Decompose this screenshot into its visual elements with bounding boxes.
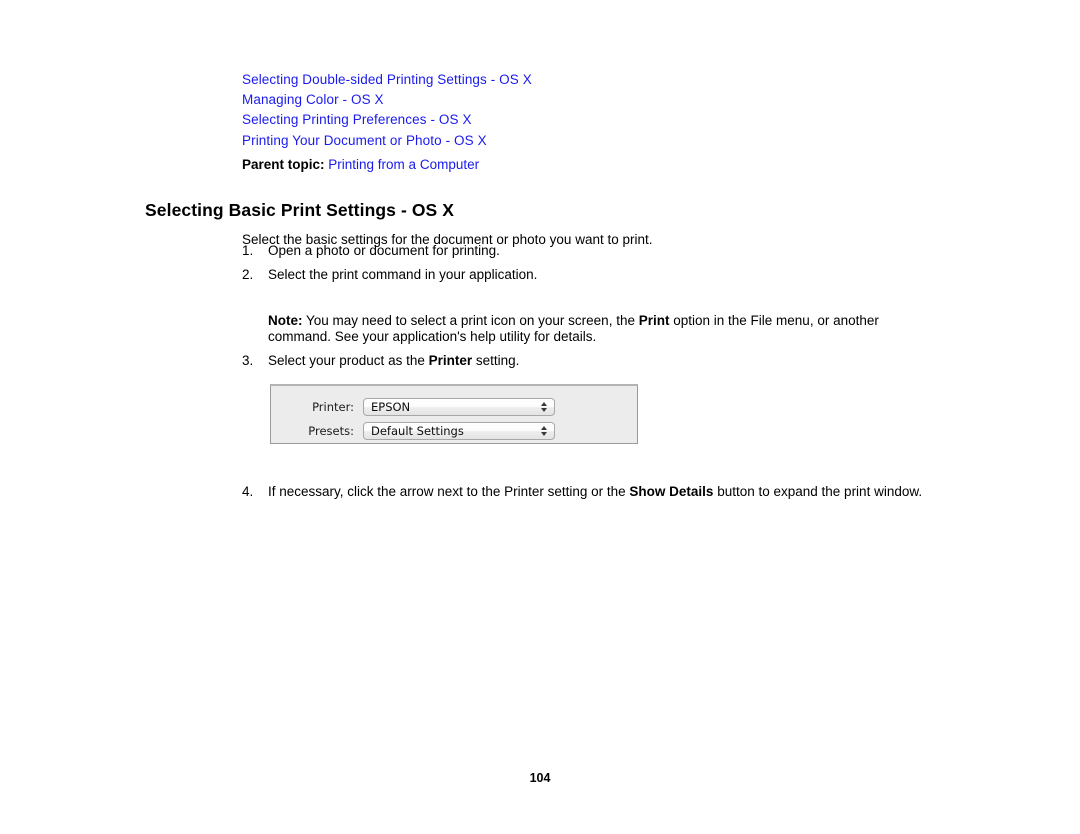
presets-label: Presets: [308,424,354,438]
printer-select[interactable]: EPSON [363,398,555,416]
printer-label: Printer: [312,400,354,414]
note-bold-print: Print [638,312,670,328]
step-bold-show-details: Show Details [629,484,714,499]
step-text-part2: button to expand the print window. [713,484,923,499]
parent-topic: Parent topic: Printing from a Computer [242,155,942,175]
list-item-step-2: 2. Select the print command in your appl… [242,265,922,284]
related-link-printing-preferences[interactable]: Selecting Printing Preferences - OS X [242,110,942,130]
print-dialog-printer-row: Printer: EPSON [271,397,637,417]
page-title: Selecting Basic Print Settings - OS X [145,199,455,220]
step-text-part1: Select your product as the [268,353,429,368]
presets-select-value: Default Settings [371,424,464,438]
list-item-step-3: 3. Select your product as the Printer set… [242,351,519,370]
print-dialog-presets-row: Presets: Default Settings [271,421,637,441]
related-links-list: Selecting Double-sided Printing Settings… [242,70,942,175]
step-number: 3. [242,353,254,368]
parent-topic-link[interactable]: Printing from a Computer [328,157,479,172]
stepper-arrows-icon[interactable] [539,400,548,414]
page-number: 104 [529,771,551,785]
step-text-part1: If necessary, click the arrow next to th… [268,484,630,499]
step-text: Open a photo or document for printing. [268,243,500,258]
presets-select[interactable]: Default Settings [363,422,555,440]
related-link-managing-color[interactable]: Managing Color - OS X [242,90,942,110]
stepper-arrows-icon[interactable] [539,424,548,438]
printer-select-value: EPSON [371,400,411,414]
step-number: 4. [242,484,254,499]
related-link-double-sided-printing[interactable]: Selecting Double-sided Printing Settings… [242,70,942,90]
parent-topic-label: Parent topic: [242,156,325,172]
note-text-part1: You may need to select a print icon on y… [302,312,639,328]
related-link-printing-document-or-photo[interactable]: Printing Your Document or Photo - OS X [242,131,942,151]
list-item-step-4: 4. If necessary, click the arrow next to … [242,484,940,501]
step-text: Select the print command in your applica… [268,267,538,282]
list-item-step-1: 1. Open a photo or document for printing… [242,241,922,260]
print-dialog-figure: Printer: EPSON Presets: Default Settings [270,384,638,444]
step-bold-printer: Printer [428,353,473,368]
note-label: Note: [268,312,303,328]
note-paragraph: Note: You may need to select a print ico… [268,313,908,346]
steps-list: 1. Open a photo or document for printing… [242,241,922,289]
step-text-part2: setting. [472,353,520,368]
step-number: 1. [242,243,254,258]
document-page: Selecting Double-sided Printing Settings… [0,0,1080,834]
step-number: 2. [242,267,254,282]
